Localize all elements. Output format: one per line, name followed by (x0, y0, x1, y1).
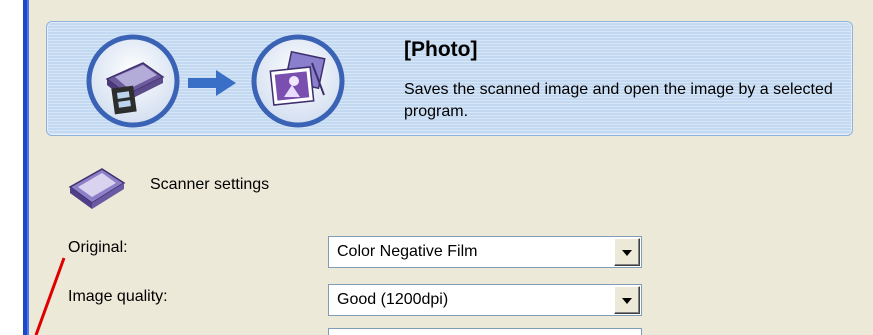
scanner-film-icon (86, 34, 180, 128)
original-label: Original: (68, 239, 128, 256)
image-quality-select-value: Good (1200dpi) (337, 291, 449, 308)
original-select[interactable]: Color Negative Film (328, 236, 642, 268)
image-quality-select[interactable]: Good (1200dpi) (328, 284, 642, 316)
photo-icon (251, 34, 345, 128)
next-select-partial[interactable] (328, 328, 642, 335)
scanner-settings-title: Scanner settings (150, 176, 270, 193)
image-quality-label: Image quality: (68, 288, 168, 305)
banner-description: Saves the scanned image and open the ima… (404, 81, 833, 120)
chevron-down-icon (622, 298, 632, 304)
banner-title: [Photo] (404, 38, 478, 61)
chevron-down-icon (622, 250, 632, 256)
original-dropdown-button[interactable] (614, 238, 640, 266)
scanner-icon (68, 168, 126, 209)
scan-settings-dialog: [Photo] Saves the scanned image and open… (0, 0, 873, 335)
arrow-right-icon (188, 70, 236, 96)
image-quality-dropdown-button[interactable] (614, 286, 640, 314)
original-select-value: Color Negative Film (337, 243, 478, 260)
